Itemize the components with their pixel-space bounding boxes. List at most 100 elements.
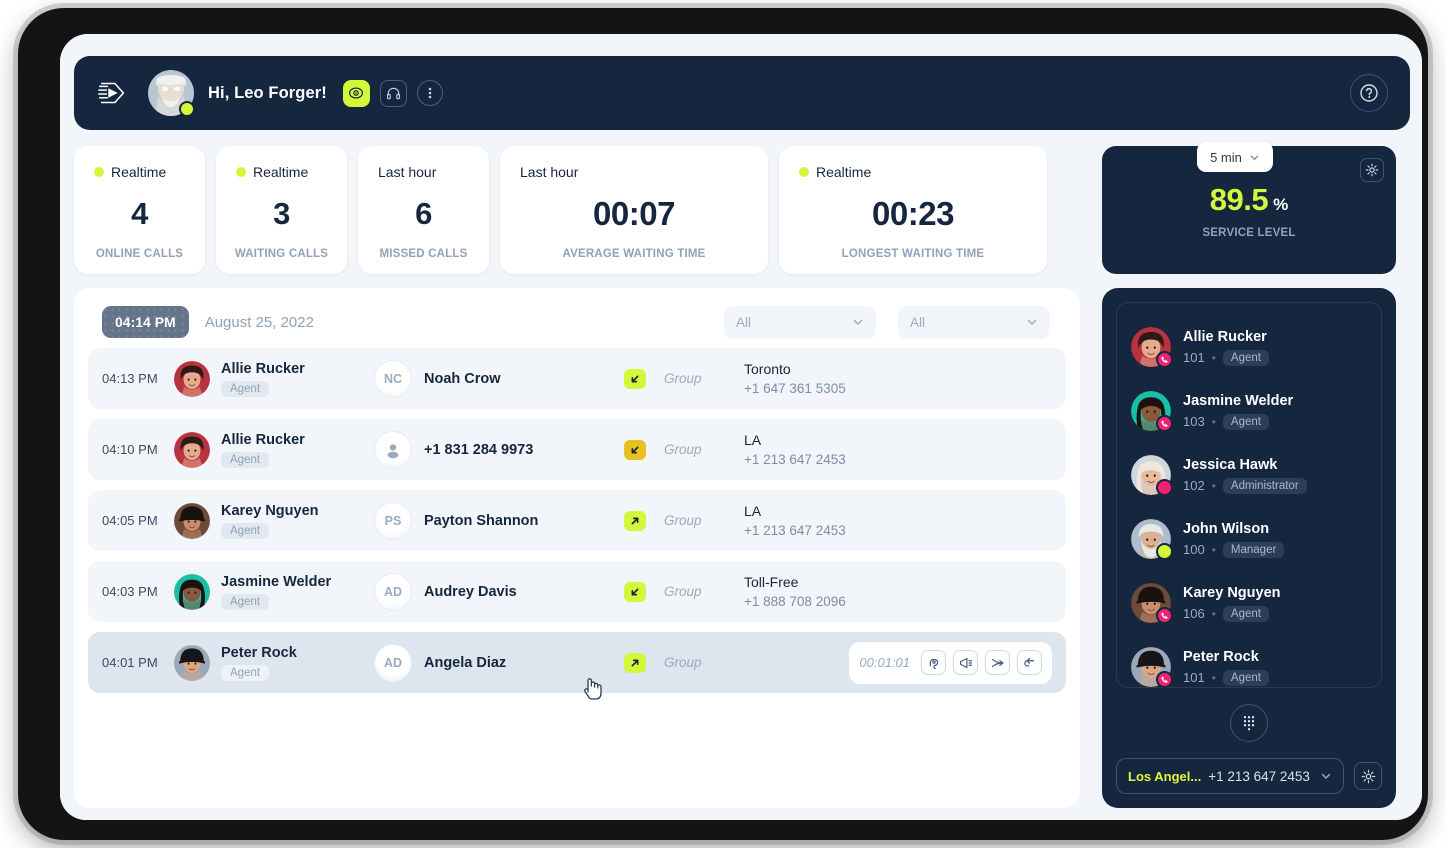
current-date: August 25, 2022 [204, 313, 314, 331]
call-origin: LA +1 213 647 2453 [744, 501, 1052, 541]
call-direction-badge [624, 368, 646, 389]
agent-list-item[interactable]: Karey Nguyen 106 • Agent [1131, 571, 1381, 635]
call-contact[interactable]: +1 831 284 9973 [374, 430, 624, 469]
kpi-period: Realtime [88, 164, 166, 180]
outbound-number-select[interactable]: Los Angel... +1 213 647 2453 [1116, 758, 1344, 794]
call-number: +1 647 361 5305 [744, 380, 846, 396]
realtime-indicator-dot [236, 167, 246, 177]
agent-status-badge [1156, 671, 1173, 688]
call-agent[interactable]: Jasmine Welder Agent [174, 573, 374, 611]
agent-name: Peter Rock [1183, 649, 1259, 666]
kpi-card-average-waiting-time: Last hour 00:07 AVERAGE WAITING TIME [500, 146, 768, 274]
agent-avatar-wrap [1131, 455, 1173, 496]
agent-status-badge [1156, 351, 1173, 368]
outbound-number-value: +1 213 647 2453 [1208, 768, 1310, 784]
call-agent[interactable]: Allie Rucker Agent [174, 431, 374, 469]
inbound-arrow-icon [631, 446, 639, 453]
headset-icon-button[interactable] [379, 79, 407, 107]
kpi-card-waiting-calls: Realtime 3 WAITING CALLS [216, 146, 347, 274]
filter-select-1[interactable]: All [724, 305, 876, 339]
dialpad-icon [1243, 716, 1255, 731]
barge-button[interactable] [1017, 650, 1042, 675]
agent-extension: 100 [1183, 542, 1205, 558]
call-number: +1 213 647 2453 [744, 451, 846, 467]
user-avatar[interactable] [148, 70, 195, 117]
agent-status-badge [1156, 415, 1173, 432]
top-bar: Hi, Leo Forger! [74, 56, 1410, 130]
call-action-bar: 00:01:01 [849, 641, 1052, 684]
agent-avatar [174, 360, 210, 397]
kpi-period: Last hour [372, 164, 436, 180]
agent-separator: • [1211, 414, 1216, 429]
agent-name: Jessica Hawk [1183, 457, 1278, 474]
realtime-indicator-dot [799, 167, 809, 177]
call-contact[interactable]: PS Payton Shannon [374, 501, 624, 540]
agent-role-chip: Agent [221, 452, 270, 469]
call-row[interactable]: 04:01 PM Peter Rock Agent AD Angela Diaz [88, 632, 1066, 693]
call-contact[interactable]: NC Noah Crow [374, 359, 624, 398]
wing-logo-icon[interactable] [96, 76, 130, 110]
call-group-label: Group [664, 584, 702, 599]
agent-name: Jasmine Welder [1183, 393, 1294, 410]
chevron-down-icon [1321, 773, 1331, 779]
current-time-pill: 04:14 PM [102, 306, 189, 338]
service-level-settings-button[interactable] [1360, 158, 1384, 182]
calls-list: 04:13 PM Allie Rucker Agent NC Noah Crow [88, 348, 1066, 693]
transfer-button[interactable] [985, 650, 1010, 675]
kpi-label: AVERAGE WAITING TIME [562, 248, 706, 260]
agent-avatar-wrap [1131, 647, 1173, 688]
help-button[interactable] [1350, 74, 1388, 112]
call-row[interactable]: 04:03 PM Jasmine Welder Agent AD Audrey … [88, 561, 1066, 622]
call-group-label: Group [664, 442, 702, 457]
kpi-value: 00:07 [593, 195, 675, 232]
more-options-button[interactable] [416, 80, 443, 106]
dialpad-button[interactable] [1230, 704, 1268, 742]
phone-icon [1161, 356, 1168, 363]
call-origin: Toll-Free +1 888 708 2096 [744, 572, 1052, 612]
call-location: LA [744, 502, 762, 519]
whisper-button[interactable] [953, 650, 978, 675]
gear-icon [1361, 769, 1375, 783]
eye-icon [349, 87, 364, 99]
service-level-period-select[interactable]: 5 min [1197, 142, 1273, 172]
agent-role-chip: Agent [1222, 413, 1269, 430]
agent-separator: • [1211, 542, 1216, 557]
call-direction: Group [624, 652, 744, 673]
kpi-period-label: Realtime [253, 164, 309, 180]
contact-name: Payton Shannon [424, 512, 539, 529]
agent-name: Allie Rucker [221, 431, 305, 448]
agent-avatar [174, 573, 210, 610]
call-row[interactable]: 04:05 PM Karey Nguyen Agent PS Payton Sh… [88, 490, 1066, 551]
barge-icon [1023, 657, 1034, 666]
phone-bar: Los Angel... +1 213 647 2453 [1116, 758, 1382, 794]
call-time: 04:01 PM [102, 655, 158, 670]
kpi-period: Last hour [514, 164, 578, 180]
agent-list-item[interactable]: Allie Rucker 101 • Agent [1131, 315, 1381, 379]
call-direction-badge [624, 581, 646, 602]
agent-list-item[interactable]: Jasmine Welder 103 • Agent [1131, 379, 1381, 443]
agent-list-item[interactable]: Jessica Hawk 102 • Administrator [1131, 443, 1381, 507]
agent-list-item[interactable]: Peter Rock 101 • Agent [1131, 635, 1381, 699]
call-agent[interactable]: Allie Rucker Agent [174, 360, 374, 398]
agent-name: Peter Rock [221, 644, 297, 661]
call-time: 04:10 PM [102, 442, 158, 457]
call-row[interactable]: 04:13 PM Allie Rucker Agent NC Noah Crow [88, 348, 1066, 409]
inbound-arrow-icon [631, 375, 639, 382]
contact-avatar-placeholder [374, 430, 412, 469]
call-contact[interactable]: AD Audrey Davis [374, 572, 624, 611]
call-row[interactable]: 04:10 PM Allie Rucker Agent +1 831 284 9… [88, 419, 1066, 480]
agent-avatar-wrap [1131, 391, 1173, 432]
phone-settings-button[interactable] [1354, 762, 1382, 790]
agent-name: Karey Nguyen [1183, 585, 1281, 602]
filter-select-2[interactable]: All [898, 305, 1050, 339]
greeting-text: Hi, Leo Forger! [208, 83, 327, 102]
call-agent[interactable]: Karey Nguyen Agent [174, 502, 374, 540]
call-time: 04:13 PM [102, 371, 158, 386]
call-contact[interactable]: AD Angela Diaz [374, 643, 624, 682]
listen-button[interactable] [921, 650, 946, 675]
eye-icon-button[interactable] [342, 79, 370, 107]
agent-list-item[interactable]: John Wilson 100 • Manager [1131, 507, 1381, 571]
contact-name: Noah Crow [424, 370, 501, 387]
agent-extension: 101 [1183, 350, 1205, 366]
call-agent[interactable]: Peter Rock Agent [174, 644, 374, 682]
